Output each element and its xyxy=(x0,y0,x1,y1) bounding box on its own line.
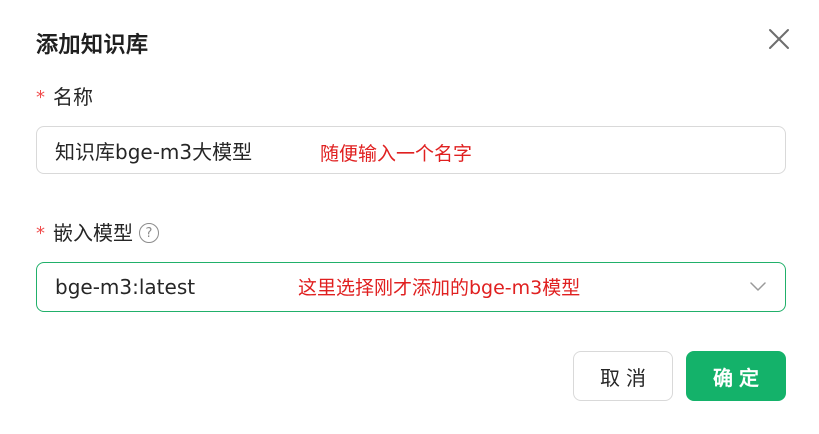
required-mark: * xyxy=(36,87,45,108)
name-annotation: 随便输入一个名字 xyxy=(320,143,473,165)
add-knowledge-base-dialog: 添加知识库 * 名称 知识库bge-m3大模型 随便输入一个名字 * 嵌入模型 … xyxy=(0,0,819,434)
confirm-button[interactable]: 确定 xyxy=(686,351,786,401)
embed-label-text: 嵌入模型 xyxy=(53,221,133,245)
required-mark: * xyxy=(36,223,45,244)
cancel-button[interactable]: 取消 xyxy=(573,351,673,401)
chevron-down-icon xyxy=(750,282,766,291)
embed-model-selected-value: bge-m3:latest xyxy=(55,275,196,299)
embed-field-label: * 嵌入模型 ? xyxy=(36,219,159,247)
name-input-value: 知识库bge-m3大模型 xyxy=(55,139,253,164)
dialog-title: 添加知识库 xyxy=(36,33,149,58)
close-button[interactable] xyxy=(764,24,794,54)
close-icon xyxy=(769,29,789,49)
embed-annotation: 这里选择刚才添加的bge-m3模型 xyxy=(298,277,581,299)
name-label-text: 名称 xyxy=(53,85,93,109)
question-circle-icon[interactable]: ? xyxy=(139,223,159,243)
name-field-label: * 名称 xyxy=(36,83,93,111)
